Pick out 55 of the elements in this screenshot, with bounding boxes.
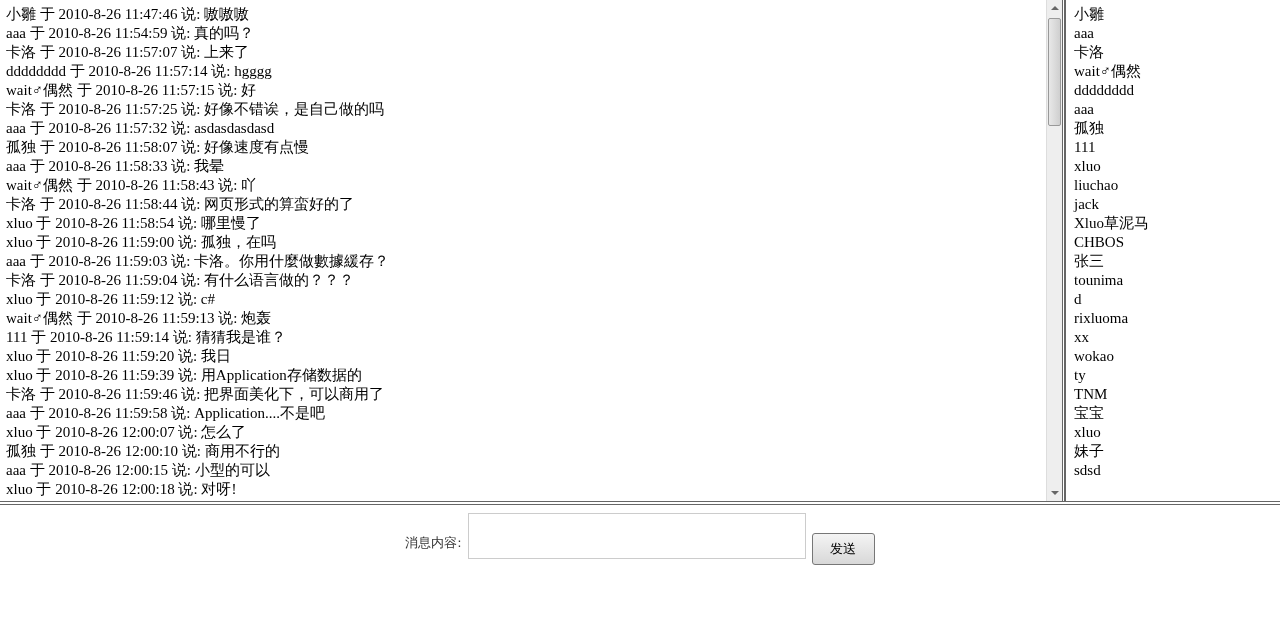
chat-message: 卡洛 于 2010-8-26 11:57:07 说: 上来了 (6, 43, 251, 62)
user-name: TNM (1074, 385, 1109, 404)
chat-message: 小雛 于 2010-8-26 11:47:46 说: 嗷嗷嗷 (6, 5, 251, 24)
user-name: liuchao (1074, 176, 1120, 195)
user-name: tounima (1074, 271, 1125, 290)
message-input[interactable] (467, 513, 806, 559)
chat-message: xluo 于 2010-8-26 12:00:07 说: 怎么了 (6, 423, 248, 442)
user-name: ty (1074, 366, 1087, 385)
chat-message: xluo 于 2010-8-26 11:59:20 说: 我日 (6, 347, 232, 366)
user-name: 卡洛 (1074, 43, 1105, 62)
user-name: xluo (1074, 423, 1102, 442)
user-name: 妹子 (1074, 442, 1105, 461)
chat-message: xluo 于 2010-8-26 11:59:39 说: 用Application存储数据的 (6, 366, 363, 385)
user-name: 111 (1074, 138, 1097, 157)
chat-message: 孤独 于 2010-8-26 12:00:10 说: 商用不行的 (6, 442, 281, 461)
chat-message: 卡洛 于 2010-8-26 11:57:25 说: 好像不错诶，是自己做的吗 (6, 100, 386, 119)
chat-message: xluo 于 2010-8-26 11:59:12 说: c# (6, 290, 216, 309)
chat-message: aaa 于 2010-8-26 12:00:15 说: 小型的可以 (6, 461, 271, 480)
user-name: CHBOS (1074, 233, 1126, 252)
user-name: aaa (1074, 24, 1095, 43)
user-name: dddddddd (1074, 81, 1135, 100)
user-name: wokao (1074, 347, 1115, 366)
user-name: 孤独 (1074, 119, 1105, 138)
send-button[interactable]: 发送 (811, 533, 875, 565)
chat-message: wait♂偶然 于 2010-8-26 11:58:43 说: 吖 (6, 176, 258, 195)
user-name: d (1074, 290, 1083, 309)
user-name: rixluoma (1074, 309, 1130, 328)
user-name: Xluo草泥马 (1074, 214, 1150, 233)
chat-message: aaa 于 2010-8-26 11:57:32 说: asdasdasdasd (6, 119, 276, 138)
chat-message: aaa 于 2010-8-26 11:59:03 说: 卡洛。你用什麼做數據緩存？ (6, 252, 391, 271)
chat-message: dddddddd 于 2010-8-26 11:57:14 说: hgggg (6, 62, 273, 81)
chat-message: aaa 于 2010-8-26 11:58:33 说: 我晕 (6, 157, 226, 176)
scrollbar[interactable] (1046, 0, 1062, 501)
chat-message: 卡洛 于 2010-8-26 11:59:04 说: 有什么语言做的？？？ (6, 271, 356, 290)
user-name: sdsd (1074, 461, 1102, 480)
user-name: wait♂偶然 (1074, 62, 1143, 81)
user-name: jack (1074, 195, 1100, 214)
user-name: 张三 (1074, 252, 1105, 271)
chat-message: xluo 于 2010-8-26 12:00:18 说: 对呀! (6, 480, 238, 499)
user-name: 宝宝 (1074, 404, 1105, 423)
chat-message: 卡洛 于 2010-8-26 11:58:44 说: 网页形式的算蛮好的了 (6, 195, 356, 214)
user-name: 小雛 (1074, 5, 1105, 24)
chat-message: aaa 于 2010-8-26 11:54:59 说: 真的吗？ (6, 24, 256, 43)
chat-message: aaa 于 2010-8-26 11:59:58 说: Application....不是吧 (6, 404, 326, 423)
message-label: 消息内容: (405, 534, 462, 552)
chat-message: 卡洛 于 2010-8-26 11:59:46 说: 把界面美化下，可以商用了 (6, 385, 386, 404)
user-name: xluo (1074, 157, 1102, 176)
user-name: aaa (1074, 100, 1095, 119)
chat-message: xluo 于 2010-8-26 11:58:54 说: 哪里慢了 (6, 214, 262, 233)
chat-message: wait♂偶然 于 2010-8-26 11:59:13 说: 炮轰 (6, 309, 273, 328)
chat-message: 111 于 2010-8-26 11:59:14 说: 猜猜我是谁？ (6, 328, 287, 347)
user-name: xx (1074, 328, 1090, 347)
chat-message: xluo 于 2010-8-26 11:59:00 说: 孤独，在吗 (6, 233, 277, 252)
chat-message: 孤独 于 2010-8-26 11:58:07 说: 好像速度有点慢 (6, 138, 311, 157)
chat-message: wait♂偶然 于 2010-8-26 11:57:15 说: 好 (6, 81, 258, 100)
